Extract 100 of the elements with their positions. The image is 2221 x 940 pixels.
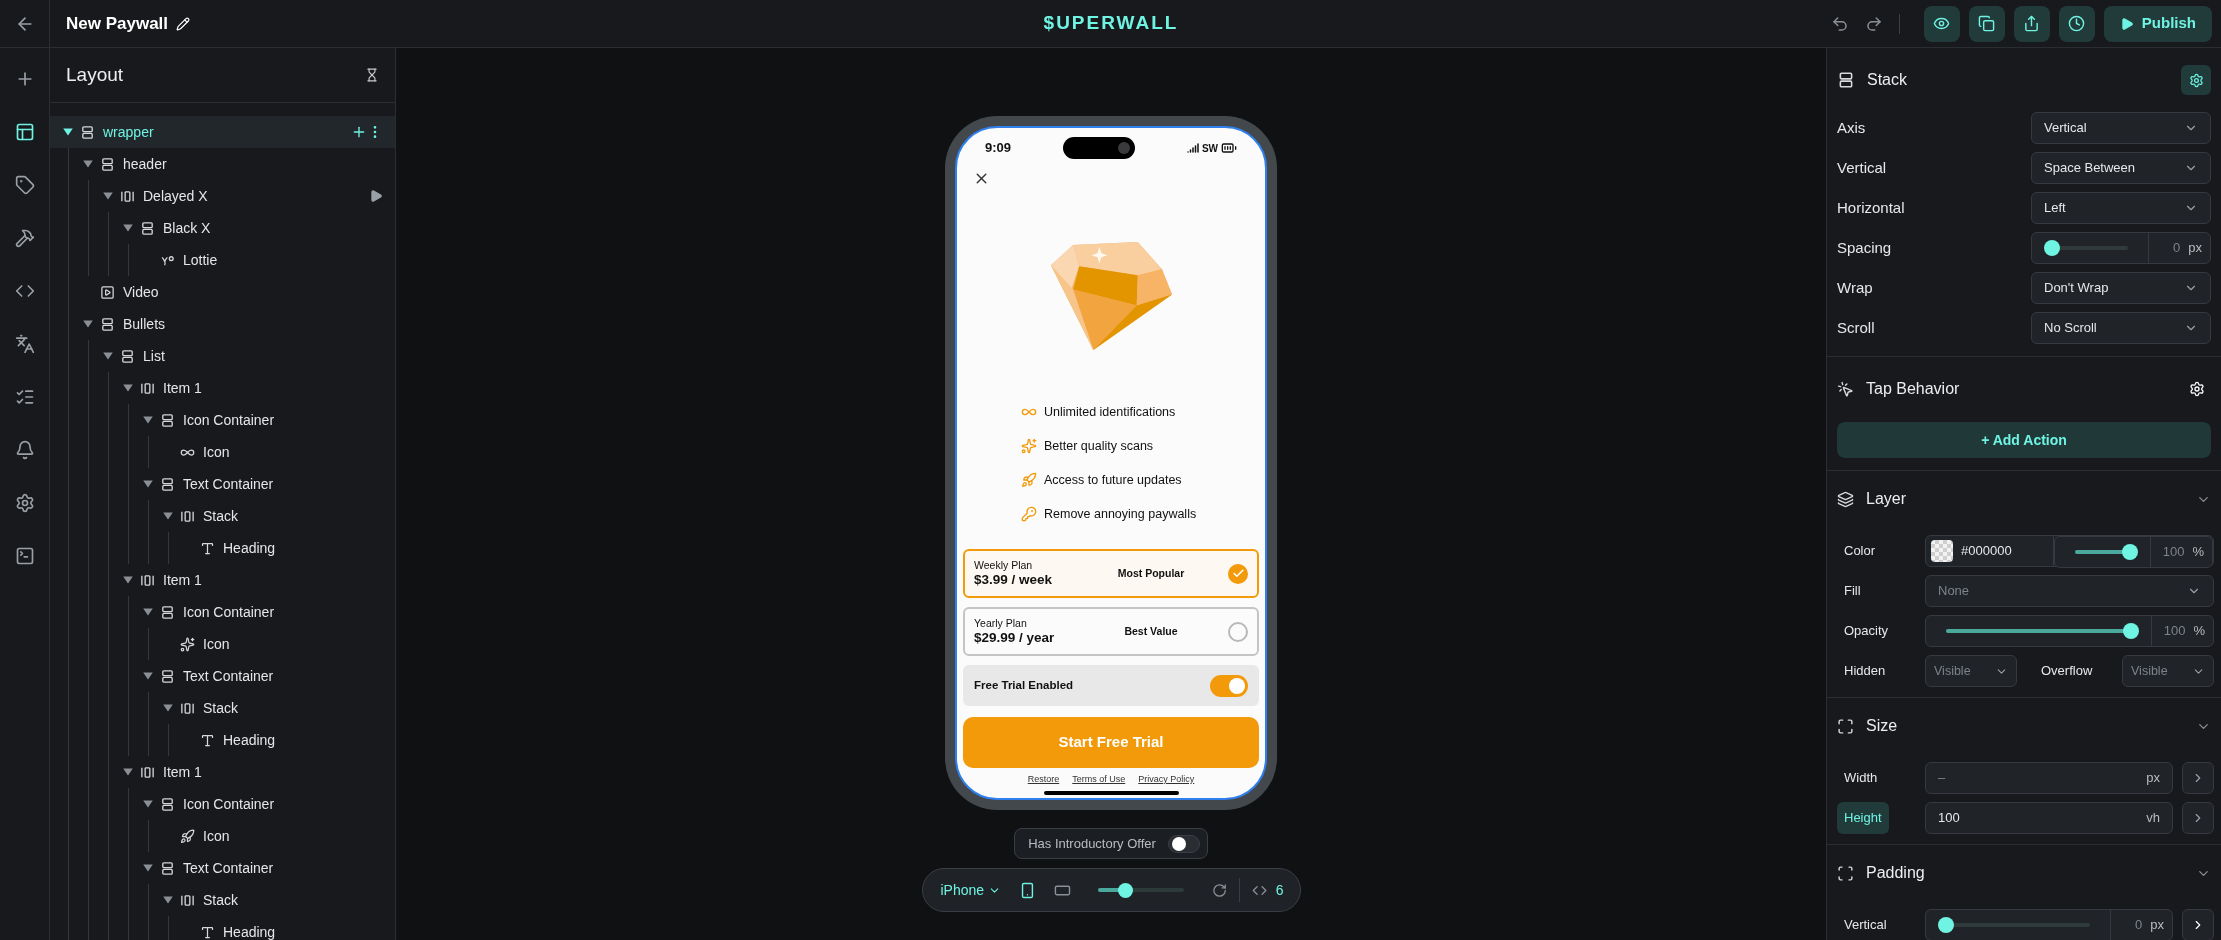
translate-icon[interactable] [14,334,35,354]
settings-icon[interactable] [2189,381,2205,397]
layer-row[interactable]: Delayed X [50,180,395,212]
play-icon[interactable] [369,189,383,203]
layer-row[interactable]: Icon [50,820,395,852]
select-field[interactable]: Don't Wrap [2031,272,2211,304]
layer-row[interactable]: Text Container [50,468,395,500]
layer-row[interactable]: Icon Container [50,404,395,436]
caret-icon[interactable] [102,350,114,362]
layer-row[interactable]: Stack [50,884,395,916]
caret-icon[interactable] [82,318,94,330]
dimension-field[interactable]: 100 vh [1925,802,2173,834]
layer-row[interactable]: Heading [50,532,395,564]
caret-icon[interactable] [62,126,74,138]
layer-row[interactable]: wrapper [50,116,395,148]
pencil-icon[interactable] [176,16,191,31]
caret-icon[interactable] [162,894,174,906]
caret-icon[interactable] [142,478,154,490]
hammer-icon[interactable] [14,228,35,248]
select-field[interactable]: No Scroll [2031,312,2211,344]
footer-link[interactable]: Privacy Policy [1138,773,1195,787]
settings-button[interactable] [2181,65,2211,95]
dimension-toggle[interactable]: Height [1837,802,1889,834]
layer-row[interactable]: Text Container [50,852,395,884]
layer-row[interactable]: Stack [50,500,395,532]
caret-icon[interactable] [142,798,154,810]
footer-link[interactable]: Terms of Use [1072,773,1126,787]
layer-row[interactable]: Item 1 [50,372,395,404]
duplicate-button[interactable] [1968,5,2005,42]
layer-row[interactable]: Icon Container [50,596,395,628]
slider-thumb[interactable] [1938,917,1954,933]
slider-value[interactable]: 0 [2135,915,2143,935]
dimension-toggle[interactable]: Width [1837,762,1885,794]
free-trial-switch[interactable] [1210,674,1248,697]
select-field[interactable]: Left [2031,192,2211,224]
caret-icon[interactable] [162,510,174,522]
caret-icon[interactable] [122,574,134,586]
slider-thumb[interactable] [2122,544,2138,560]
add-action-button[interactable]: + Add Action [1837,422,2211,458]
select-field[interactable]: Space Between [2031,152,2211,184]
layer-row[interactable]: header [50,148,395,180]
caret-icon[interactable] [142,862,154,874]
undo-icon[interactable] [1830,14,1849,33]
layer-row[interactable]: Icon [50,436,395,468]
layer-row[interactable]: Bullets [50,308,395,340]
text-icon [200,732,215,748]
slider-value[interactable]: 100 [2162,542,2185,562]
zoom-thumb[interactable] [1118,882,1134,898]
caret-icon[interactable] [142,606,154,618]
layer-row[interactable]: List [50,340,395,372]
layer-row[interactable]: Text Container [50,660,395,692]
terminal-icon[interactable] [14,546,35,566]
dimension-field[interactable]: – px [1925,762,2173,794]
add-icon[interactable] [351,124,367,140]
caret-icon[interactable] [82,158,94,170]
plan-card[interactable]: Yearly Plan $29.99 / year Best Value [963,607,1259,656]
tag-icon[interactable] [14,175,35,195]
preview-button[interactable] [1923,5,1960,42]
device-select[interactable]: iPhone [940,879,1002,901]
publish-button[interactable]: Publish [2103,5,2212,42]
redo-icon[interactable] [1864,14,1883,33]
caret-icon[interactable] [122,382,134,394]
layer-row[interactable]: Stack [50,692,395,724]
slider-value[interactable]: 0 [2173,238,2181,258]
slider-value[interactable]: 100 [2163,621,2186,641]
layer-row[interactable]: Lottie [50,244,395,276]
color-swatch[interactable] [1931,540,1953,562]
intro-offer-switch[interactable] [1167,834,1200,853]
layer-row[interactable]: Icon [50,628,395,660]
share-button[interactable] [2013,5,2050,42]
color-value[interactable]: #000000 [1961,541,2012,561]
layer-row[interactable]: Item 1 [50,756,395,788]
stack-icon [100,316,115,332]
layer-row[interactable]: Heading [50,724,395,756]
layer-row[interactable]: Black X [50,212,395,244]
footer-link[interactable]: Restore [1027,773,1060,787]
plan-card[interactable]: Weekly Plan $3.99 / week Most Popular [963,549,1259,598]
layer-row[interactable]: Item 1 [50,564,395,596]
caret-icon[interactable] [142,414,154,426]
layer-row[interactable]: Icon Container [50,788,395,820]
slider-thumb[interactable] [2123,623,2139,639]
history-button[interactable] [2058,5,2095,42]
caret-icon[interactable] [122,766,134,778]
layer-row[interactable]: Heading [50,916,395,940]
layout-icon[interactable] [14,122,35,142]
caret-icon[interactable] [122,222,134,234]
caret-icon[interactable] [102,190,114,202]
plan-price: $29.99 / year [974,629,1056,647]
checklist-icon[interactable] [14,387,35,407]
select-field[interactable]: Vertical [2031,112,2211,144]
radio-checked[interactable] [1228,563,1248,584]
slider-thumb[interactable] [2044,240,2060,256]
settings-icon[interactable] [14,493,35,513]
bell-icon[interactable] [14,440,35,460]
layer-row[interactable]: Video [50,276,395,308]
caret-icon[interactable] [162,702,174,714]
caret-icon[interactable] [142,670,154,682]
refresh-icon[interactable] [1211,881,1227,899]
radio-unchecked[interactable] [1228,621,1248,642]
select-field[interactable]: None [1925,575,2214,607]
